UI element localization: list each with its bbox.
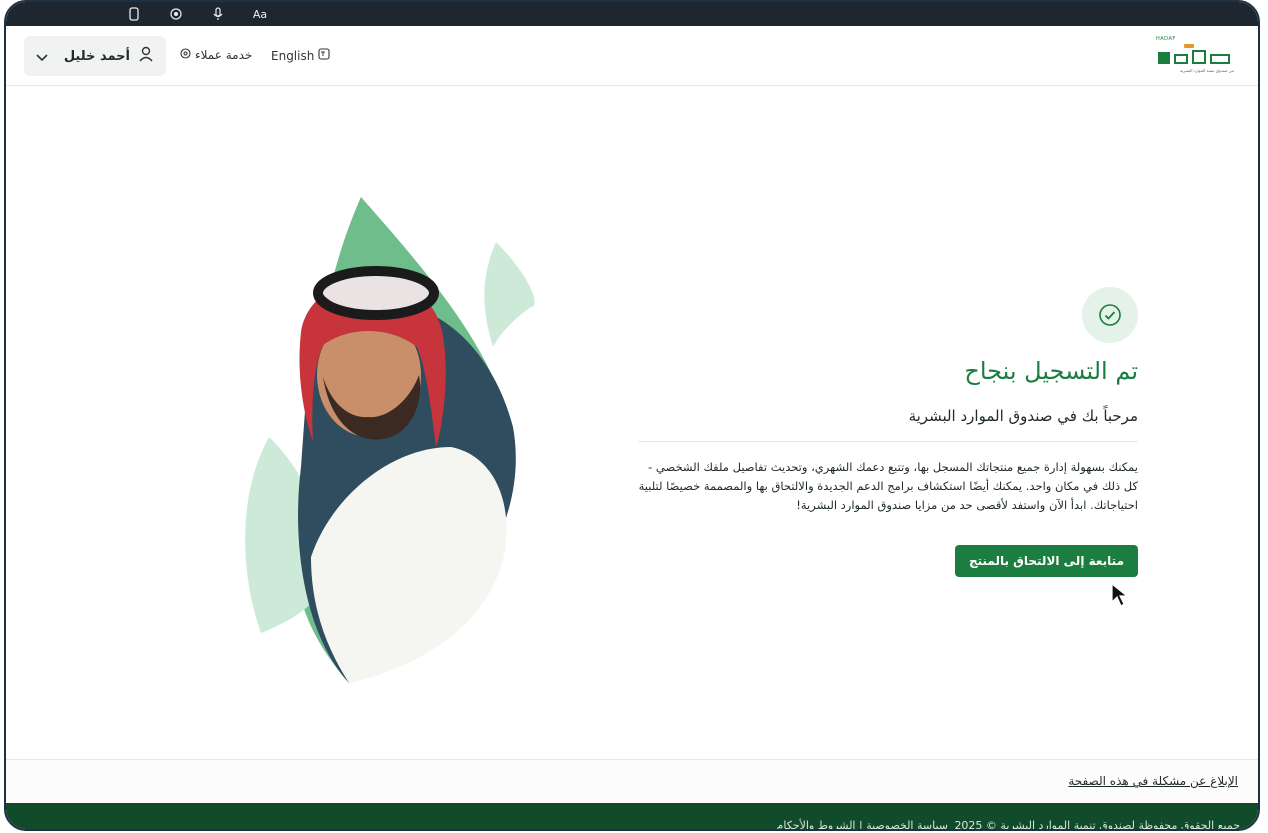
customer-service-link[interactable]: خدمة عملاء (180, 48, 252, 62)
copyright-text: جميع الحقوق محفوظة لصندوق تنمية الموارد … (954, 819, 1240, 831)
browser-frame: Aa أحمد خليل خدمة عملاء English HADAF من… (4, 0, 1260, 831)
description-text: يمكنك بسهولة إدارة جميع منتجاتك المسجل ب… (638, 460, 1138, 512)
welcome-heading: مرحباً بك في صندوق الموارد البشرية (908, 407, 1138, 425)
translate-icon (318, 48, 330, 63)
mic-icon[interactable] (210, 6, 226, 22)
success-panel: تم التسجيل بنجاح مرحباً بك في صندوق المو… (638, 287, 1138, 577)
user-name: أحمد خليل (63, 48, 130, 64)
report-problem-link[interactable]: الإبلاغ عن مشكلة في هذه الصفحة (1068, 774, 1238, 788)
footer-separator: | (858, 819, 863, 831)
success-title: تم التسجيل بنجاح (964, 357, 1138, 385)
chevron-down-icon (36, 47, 48, 66)
site-header: أحمد خليل خدمة عملاء English HADAF من صن… (6, 26, 1258, 86)
customer-service-label: خدمة عملاء (195, 48, 253, 62)
footer-links: سياسة الخصوصية | الشروط والأحكام (777, 819, 948, 831)
content-divider (638, 441, 1138, 442)
check-circle-icon (1082, 287, 1138, 343)
main-content: تم التسجيل بنجاح مرحباً بك في صندوق المو… (6, 87, 1258, 759)
continue-enrollment-button[interactable]: متابعة إلى الالتحاق بالمنتج (954, 545, 1138, 577)
terms-link[interactable]: الشروط والأحكام (777, 819, 856, 829)
headset-icon (180, 48, 191, 62)
language-switch[interactable]: English (271, 48, 330, 63)
text-size-icon[interactable]: Aa (252, 6, 268, 22)
logo-mark (1158, 44, 1230, 64)
hero-illustration (231, 197, 536, 683)
mouse-pointer-icon (1110, 582, 1132, 612)
eye-icon[interactable] (168, 6, 184, 22)
language-label: English (271, 48, 315, 63)
user-menu-button[interactable]: أحمد خليل (24, 36, 166, 76)
user-icon (138, 46, 154, 66)
phone-icon[interactable] (126, 6, 142, 22)
site-footer: جميع الحقوق محفوظة لصندوق تنمية الموارد … (6, 803, 1258, 831)
hadaf-logo[interactable]: HADAF من صندوق تنمية الموارد البشرية (1154, 36, 1234, 76)
report-bar: الإبلاغ عن مشكلة في هذه الصفحة (6, 759, 1258, 803)
os-status-bar: Aa (6, 2, 1258, 26)
logo-subtitle: من صندوق تنمية الموارد البشرية (1179, 68, 1234, 73)
privacy-link[interactable]: سياسة الخصوصية (866, 819, 948, 829)
